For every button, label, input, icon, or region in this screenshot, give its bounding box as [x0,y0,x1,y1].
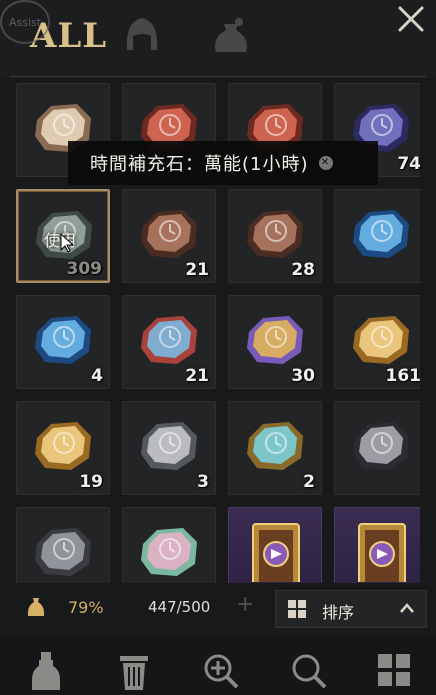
inventory-slot[interactable] [334,401,420,495]
info-icon[interactable]: ✕ [318,156,333,170]
inventory-slot[interactable]: 21 [122,295,216,389]
inventory-slot[interactable]: 161 [334,295,420,389]
inventory-slot[interactable] [228,507,322,583]
weight-icon [27,598,45,616]
time-stone-icon [35,422,91,470]
weight-percent: 79% [68,598,104,617]
time-stone-icon [35,528,91,576]
time-stone-icon [353,422,409,470]
capacity-count: 447/500 [148,598,211,616]
tabs-divider [10,76,426,77]
item-quantity: 21 [185,260,209,280]
inventory-slot[interactable]: 21 [122,189,216,283]
item-tooltip: 時間補充石：萬能(1小時) ✕ [68,141,378,185]
close-icon[interactable] [396,4,426,34]
inventory-slot[interactable] [122,507,216,583]
inventory-slot[interactable]: 30 [228,295,322,389]
inventory-slot[interactable]: 2 [228,401,322,495]
time-stone-icon [141,528,197,576]
zoom-in-icon[interactable] [200,650,240,690]
inventory-slot[interactable]: 使用 309 [16,189,110,283]
item-quantity: 28 [291,260,315,280]
bottom-toolbar [0,636,436,695]
inventory-slot[interactable] [16,507,110,583]
inventory-slot[interactable] [334,189,420,283]
search-icon[interactable] [288,650,328,690]
time-stone-icon [141,316,197,364]
time-stone-icon [353,210,409,258]
time-stone-icon [141,210,197,258]
item-quantity: 2 [303,472,315,492]
tooltip-text: 時間補充石：萬能(1小時) [90,154,309,175]
category-tabs: ALL Assist [0,0,436,78]
time-stone-icon [247,422,303,470]
potion-icon[interactable] [26,650,66,690]
item-quantity: 4 [91,366,103,386]
bag-icon[interactable] [206,10,256,60]
item-quantity: 19 [79,472,103,492]
sort-grid-icon [288,600,306,618]
expand-capacity-button[interactable]: + [236,592,254,617]
helmet-icon[interactable] [117,10,167,60]
item-quantity: 21 [185,366,209,386]
sort-label: 排序 [322,603,355,622]
card-book-icon [358,523,406,582]
inventory-slot[interactable]: 19 [16,401,110,495]
time-stone-icon [247,210,303,258]
inventory-slot[interactable]: 3 [122,401,216,495]
time-stone-icon [141,422,197,470]
grid-view-icon[interactable] [374,650,414,690]
time-stone-icon [353,316,409,364]
item-quantity: 74 [397,154,420,174]
time-stone-icon [247,316,303,364]
item-quantity: 161 [385,366,421,386]
chevron-up-icon [400,603,414,613]
trash-icon[interactable] [114,650,154,690]
inventory-status: 79% 447/500 + 排序 [0,586,436,630]
inventory-slot[interactable]: 4 [16,295,110,389]
sort-button[interactable]: 排序 [275,590,427,628]
inventory-slot[interactable] [334,507,420,583]
item-quantity: 309 [66,259,103,279]
tab-assist[interactable]: Assist [0,0,50,44]
card-book-icon [252,523,300,582]
cursor-icon [60,233,74,253]
inventory-slot[interactable]: 28 [228,189,322,283]
item-quantity: 3 [197,472,209,492]
item-quantity: 30 [291,366,315,386]
time-stone-icon [35,316,91,364]
